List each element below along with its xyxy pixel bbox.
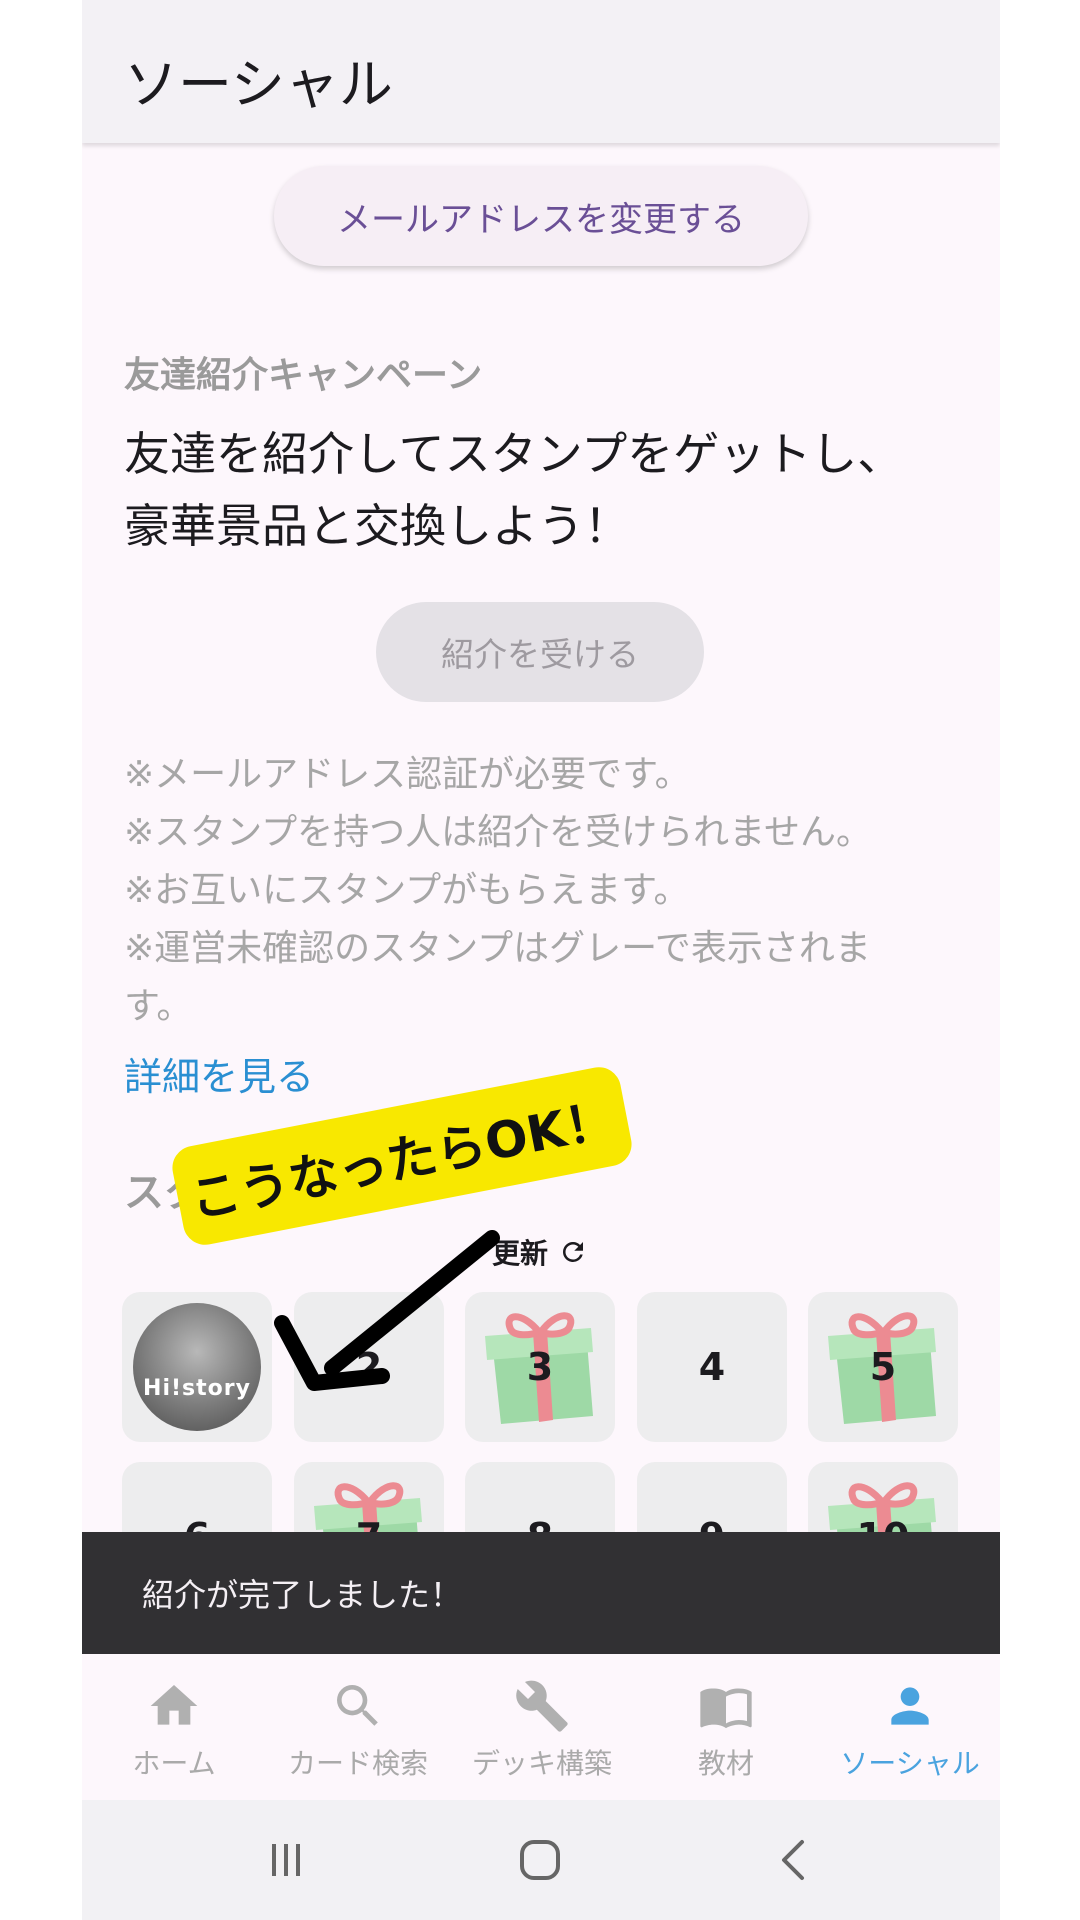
bottom-navigation: ホーム カード検索 デッキ構築 教材 ソーシャル: [82, 1654, 1000, 1800]
search-icon: [337, 1685, 378, 1726]
recent-apps-icon[interactable]: [258, 1832, 314, 1888]
annotation-arrow-icon: [274, 1230, 500, 1391]
stamp-avatar: Hi!story: [133, 1303, 261, 1431]
book-icon: [700, 1688, 752, 1729]
page-title: ソーシャル: [124, 53, 393, 116]
stamp-cell: Hi!story: [122, 1292, 272, 1442]
campaign-description-line: 友達を紹介してスタンプをゲットし、: [124, 427, 904, 481]
phone-screen: ソーシャル メールアドレスを変更する 友達紹介キャンペーン 友達を紹介してスタン…: [82, 0, 1000, 1920]
campaign-heading: 友達紹介キャンペーン: [124, 355, 483, 396]
note-line: ※お互いにスタンプがもらえます。: [124, 870, 690, 911]
change-email-button[interactable]: メールアドレスを変更する: [274, 166, 808, 266]
nav-item-home[interactable]: ホーム: [82, 1654, 266, 1800]
campaign-notes: ※メールアドレス認証が必要です。 ※スタンプを持つ人は紹介を受けられません。 ※…: [124, 746, 964, 1036]
home-icon: [150, 1685, 198, 1725]
stamp-number: 5: [869, 1345, 897, 1389]
nav-item-social[interactable]: ソーシャル: [818, 1654, 1000, 1800]
receive-referral-button[interactable]: 紹介を受ける: [376, 602, 704, 702]
nav-item-card-search[interactable]: カード検索: [266, 1654, 450, 1800]
nav-label: デッキ構築: [471, 1747, 612, 1780]
refresh-icon: [563, 1242, 584, 1262]
note-line: す。: [124, 986, 193, 1027]
stamp-avatar-text: Hi!story: [143, 1376, 251, 1401]
stamp-cell: 4: [637, 1292, 787, 1442]
nav-label: カード検索: [287, 1747, 428, 1780]
app-bar: ソーシャル: [82, 0, 1000, 143]
nav-label: ホーム: [132, 1747, 216, 1780]
nav-label: ソーシャル: [840, 1747, 980, 1780]
back-icon[interactable]: [766, 1832, 822, 1888]
note-line: ※スタンプを持つ人は紹介を受けられません。: [124, 812, 873, 853]
home-button-icon[interactable]: [512, 1832, 568, 1888]
note-line: ※メールアドレス認証が必要です。: [124, 754, 691, 795]
campaign-description-line: 豪華景品と交換しよう！: [124, 499, 630, 553]
snackbar: 紹介が完了しました！: [82, 1532, 1000, 1654]
note-line: ※運営未確認のスタンプはグレーで表示されま: [124, 928, 871, 969]
nav-item-deck-build[interactable]: デッキ構築: [450, 1654, 634, 1800]
snackbar-message: 紹介が完了しました！: [142, 1576, 463, 1614]
person-icon: [891, 1687, 929, 1725]
nav-label: 教材: [697, 1747, 754, 1780]
view-details-link[interactable]: 詳細を見る: [124, 1046, 314, 1101]
nav-item-materials[interactable]: 教材: [634, 1654, 818, 1800]
wrench-icon: [516, 1680, 568, 1732]
system-navigation-bar: [82, 1800, 1000, 1920]
stamp-number: 3: [526, 1345, 554, 1389]
stamp-number: 4: [698, 1345, 726, 1389]
stamp-cell: 5: [808, 1292, 958, 1442]
campaign-description: 友達を紹介してスタンプをゲットし、 豪華景品と交換しよう！: [124, 418, 964, 562]
